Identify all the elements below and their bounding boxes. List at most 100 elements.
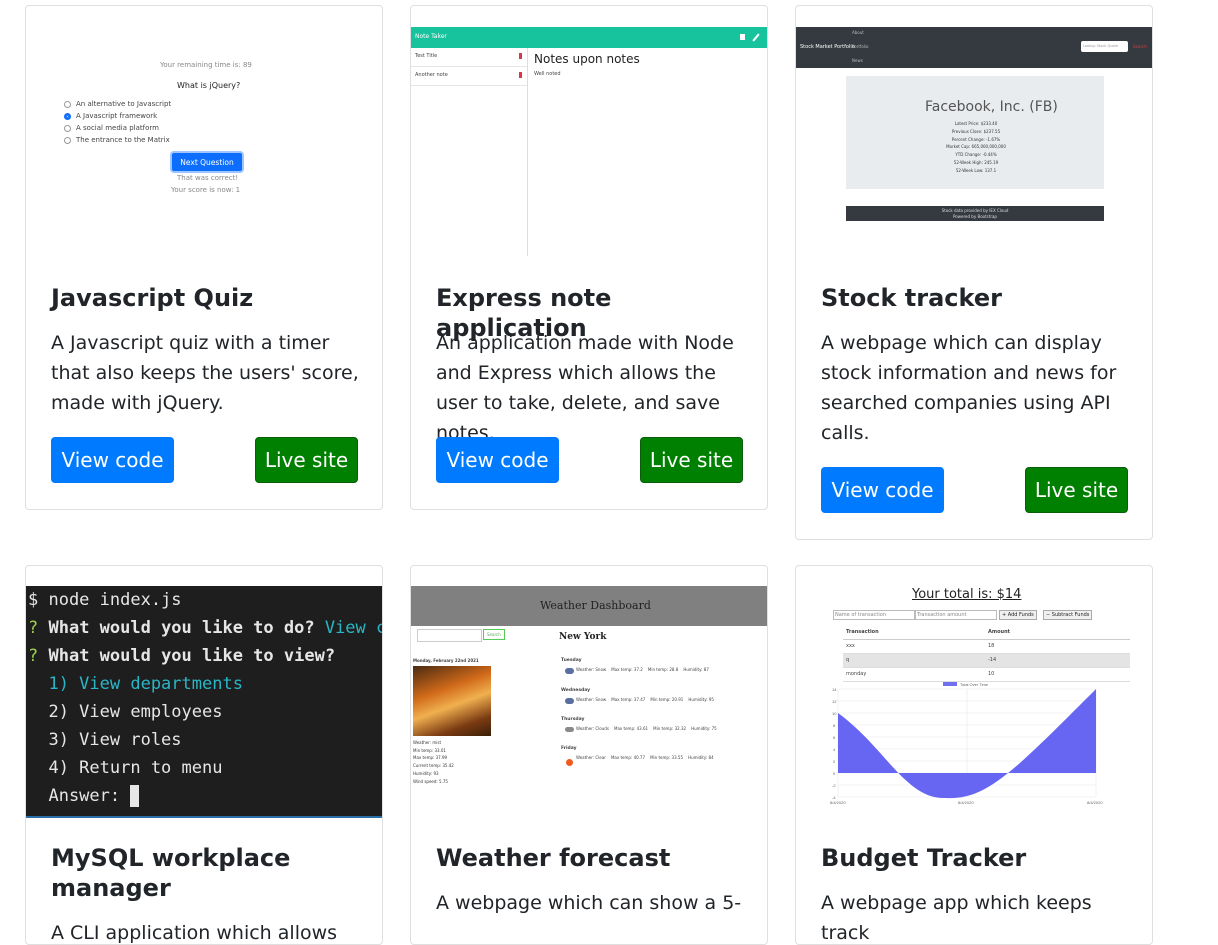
svg-text:8/4/2020: 8/4/2020 — [1087, 800, 1103, 805]
note-heading: Notes upon notes — [534, 52, 640, 66]
card-description: A webpage which can display stock inform… — [821, 332, 1117, 444]
project-card-express-notes: Note Taker Test Title Another note Notes… — [410, 5, 768, 510]
card-title: MySQL workplace manager — [51, 844, 291, 902]
note-body: Well noted — [534, 71, 561, 77]
notes-brand: Note Taker — [415, 33, 447, 40]
view-code-button[interactable]: View code — [51, 437, 174, 483]
svg-text:14: 14 — [832, 687, 837, 692]
quiz-option: A Javascript framework — [64, 112, 157, 120]
cloud-icon — [565, 727, 574, 732]
quiz-feedback: That was correct! — [177, 174, 239, 182]
weather-header: Weather Dashboard — [411, 586, 767, 626]
y-tick-labels: 14 12 10 8 6 4 2 0 -2 -4 — [832, 687, 837, 800]
view-code-button[interactable]: View code — [821, 467, 944, 513]
quiz-score: Your score is now: 1 — [171, 186, 241, 194]
transaction-table: Transaction Amount xxx 18 q -14 monday 1… — [843, 626, 1130, 682]
svg-text:8/4/2020: 8/4/2020 — [830, 800, 846, 805]
stock-brand: Stock Market Portfolio — [800, 44, 855, 50]
terminal-line: 1) View departments — [28, 674, 243, 694]
subtract-funds-button: − Subtract Funds — [1043, 610, 1093, 620]
notes-list: Test Title Another note — [411, 48, 528, 256]
radio-selected-icon — [64, 112, 71, 120]
radio-icon — [64, 136, 71, 144]
radio-icon — [64, 124, 71, 132]
autumn-photo — [413, 666, 491, 736]
trash-icon — [519, 72, 522, 78]
stock-navbar: Stock Market Portfolio About Portfolio N… — [796, 27, 1152, 68]
svg-text:0: 0 — [833, 771, 836, 776]
terminal-line: 3) View roles — [28, 730, 182, 750]
terminal-line: $ node index.js — [28, 590, 182, 610]
card-title: Javascript Quiz — [51, 284, 254, 312]
total-over-time-chart: Total Over Time 14 12 10 8 6 4 2 0 -2 -4… — [830, 682, 1103, 805]
terminal-line: 2) View employees — [28, 702, 223, 722]
weather-screenshot: Weather Dashboard Search New York Monday… — [411, 566, 767, 816]
weather-search-input — [417, 629, 482, 642]
terminal-line: ? What would you like to view? — [28, 646, 336, 666]
svg-text:4: 4 — [833, 747, 836, 752]
svg-text:8: 8 — [833, 723, 836, 728]
transaction-name-input: Name of transaction — [833, 610, 915, 620]
project-card-weather: Weather Dashboard Search New York Monday… — [410, 565, 768, 945]
weather-city: New York — [559, 632, 607, 642]
terminal-line: Answer: — [28, 782, 140, 810]
project-card-budget-tracker: Your total is: $14 Name of transaction T… — [795, 565, 1153, 945]
snow-icon — [565, 698, 574, 704]
table-row: q -14 — [843, 654, 1130, 668]
stock-footer: Stock data provided by IEX Cloud Powered… — [846, 206, 1104, 221]
live-site-button[interactable]: Live site — [1025, 467, 1128, 513]
svg-text:8/4/2020: 8/4/2020 — [958, 800, 974, 805]
quiz-screenshot: Your remaining time is: 89 What is jQuer… — [26, 6, 382, 256]
stock-screenshot: Stock Market Portfolio About Portfolio N… — [796, 6, 1152, 256]
card-description: A CLI application which allows — [51, 922, 338, 944]
company-name: Facebook, Inc. (FB) — [925, 99, 1058, 115]
quiz-option: A social media platform — [64, 124, 159, 132]
project-card-mysql-manager: $ node index.js ? What would you like to… — [25, 565, 383, 945]
transaction-amount-input: Transaction amount — [915, 610, 997, 620]
note-list-item: Another note — [411, 67, 527, 86]
svg-text:10: 10 — [832, 711, 837, 716]
save-icon — [740, 34, 745, 40]
project-card-stock-tracker: Stock Market Portfolio About Portfolio N… — [795, 5, 1153, 540]
budget-total: Your total is: $14 — [912, 587, 1022, 602]
radio-icon — [64, 100, 71, 108]
card-title: Budget Tracker — [821, 844, 1027, 872]
card-description: A Javascript quiz with a timer that also… — [51, 332, 359, 414]
weather-search-button: Search — [483, 629, 505, 640]
view-code-button[interactable]: View code — [436, 437, 559, 483]
svg-text:-2: -2 — [832, 783, 836, 788]
stock-search-input: Lookup Stock Quote — [1081, 41, 1128, 52]
x-tick-labels: 8/4/2020 8/4/2020 8/4/2020 — [830, 800, 1103, 805]
terminal-screenshot: $ node index.js ? What would you like to… — [26, 586, 382, 818]
quiz-question: What is jQuery? — [177, 81, 241, 90]
notes-navbar: Note Taker — [411, 27, 767, 48]
legend-swatch — [943, 682, 957, 686]
svg-text:6: 6 — [833, 735, 836, 740]
legend-label: Total Over Time — [960, 682, 989, 687]
svg-text:2: 2 — [833, 759, 836, 764]
trash-icon — [519, 53, 522, 59]
snow-icon — [565, 668, 574, 674]
stock-info-panel: Facebook, Inc. (FB) Latest Price: $233.4… — [846, 76, 1104, 189]
card-description: An application made with Node and Expres… — [436, 332, 734, 444]
note-list-item: Test Title — [411, 48, 527, 67]
notes-screenshot: Note Taker Test Title Another note Notes… — [411, 6, 767, 256]
card-title: Weather forecast — [436, 844, 671, 872]
quiz-next-button: Next Question — [172, 153, 242, 171]
terminal-line: 4) Return to menu — [28, 758, 223, 778]
weather-date: Monday, February 22nd 2021 — [413, 658, 479, 663]
stock-stats: Latest Price: $233.40 Previous Close: $2… — [946, 121, 1006, 173]
quiz-option: The entrance to the Matrix — [64, 136, 170, 144]
live-site-button[interactable]: Live site — [640, 437, 743, 483]
card-title: Stock tracker — [821, 284, 1002, 312]
budget-screenshot: Your total is: $14 Name of transaction T… — [796, 566, 1152, 816]
quiz-option: An alternative to Javascript — [64, 100, 171, 108]
terminal-line: ? What would you like to do? View curren… — [28, 618, 382, 638]
table-row: xxx 18 — [843, 640, 1130, 654]
project-card-javascript-quiz: Your remaining time is: 89 What is jQuer… — [25, 5, 383, 510]
card-description: A webpage app which keeps track — [821, 892, 1092, 944]
card-description: A webpage which can show a 5- — [436, 892, 742, 914]
current-weather: Weather: mist Min temp: 33.01 Max temp: … — [413, 740, 454, 784]
sun-icon — [566, 759, 573, 766]
live-site-button[interactable]: Live site — [255, 437, 358, 483]
